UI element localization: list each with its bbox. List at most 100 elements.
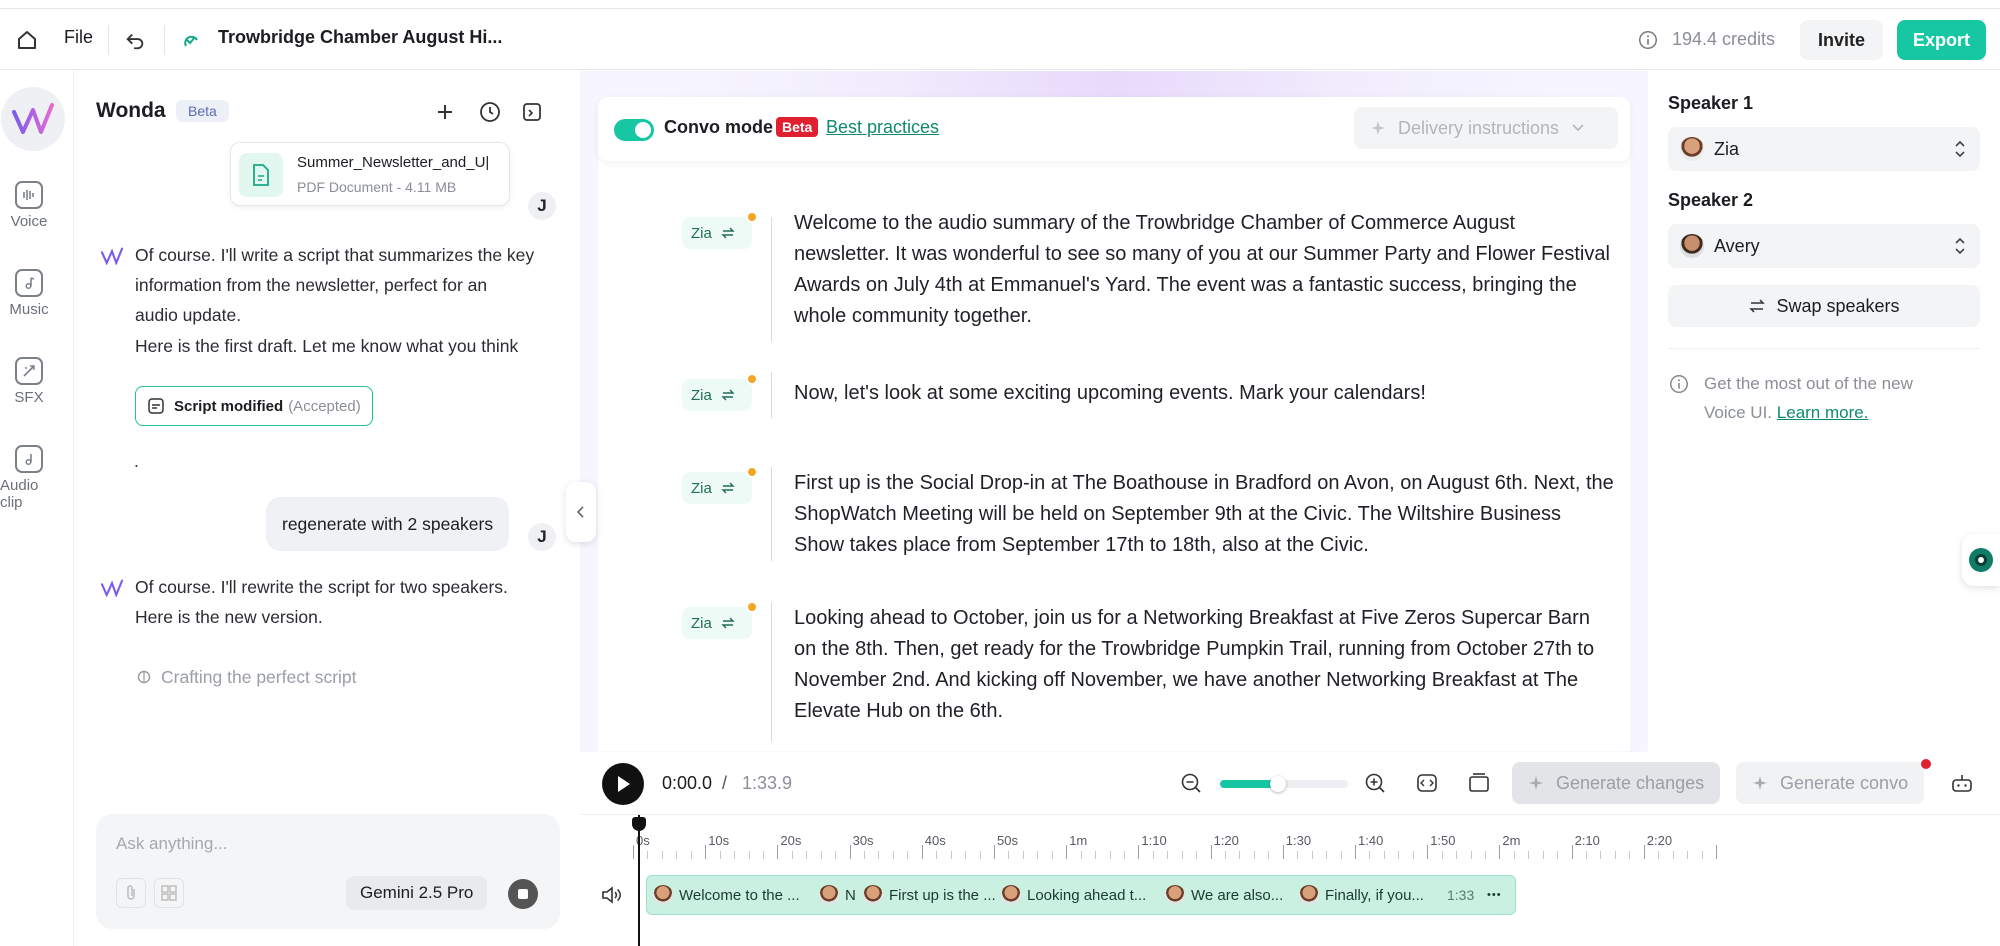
collapse-chat-button[interactable] [566, 482, 596, 542]
clip-label: Looking ahead t... [1027, 886, 1147, 904]
generate-changes-button[interactable]: Generate changes [1512, 762, 1721, 804]
ruler-tick [690, 851, 692, 859]
ruler-tick [1282, 845, 1284, 859]
grid-icon[interactable] [154, 878, 184, 908]
fit-timeline-icon[interactable] [1416, 772, 1438, 794]
ruler-tick [806, 851, 808, 859]
undo-icon[interactable] [122, 27, 148, 53]
rail-music[interactable]: Music [0, 269, 58, 318]
captions-icon[interactable] [1468, 772, 1490, 794]
ruler-tick [1297, 851, 1299, 859]
convo-mode-toggle[interactable] [614, 119, 654, 141]
wonda-logo-icon[interactable] [1, 87, 65, 151]
zoom-slider-thumb[interactable] [1269, 776, 1286, 792]
floating-assistant-widget[interactable] [1962, 534, 2000, 586]
track-clip[interactable]: Looking ahead t... [1001, 876, 1151, 914]
ruler-tick [1225, 851, 1227, 859]
generate-convo-button[interactable]: Generate convo [1736, 762, 1925, 804]
ruler-tick [1095, 851, 1097, 859]
sparkle-icon [1528, 775, 1544, 791]
clip-label: Welcome to the ... [679, 886, 800, 904]
speaker-color-dot [746, 373, 758, 385]
rail-sfx[interactable]: SFX [0, 357, 58, 406]
assistant-message-line: Of course. I'll rewrite the script for t… [135, 577, 508, 597]
speaker1-select[interactable]: Zia [1668, 127, 1980, 171]
new-chat-plus-icon[interactable] [434, 101, 458, 125]
history-clock-icon[interactable] [478, 100, 502, 124]
ruler-tick [849, 845, 851, 859]
track-clip[interactable]: We are also... [1165, 876, 1293, 914]
track-clip[interactable]: First up is the ... [863, 876, 999, 914]
learn-more-link[interactable]: Learn more. [1777, 403, 1869, 422]
ruler-tick [762, 851, 764, 859]
speaker-tag[interactable]: Zia [682, 601, 758, 639]
pdf-file-icon [239, 153, 283, 197]
script-segment[interactable]: Welcome to the audio summary of the Trow… [794, 208, 1614, 332]
convo-toolbar: Convo mode Beta Best practices Delivery … [598, 97, 1630, 161]
speaker-volume-icon[interactable] [600, 885, 624, 905]
speaker-tag[interactable]: Zia [682, 466, 758, 504]
track-clip[interactable]: N [819, 876, 861, 914]
ruler-tick [1600, 851, 1602, 859]
script-icon [147, 397, 165, 415]
play-button[interactable] [602, 763, 644, 805]
expand-panel-icon[interactable] [520, 100, 544, 124]
document-title[interactable]: Trowbridge Chamber August Hi... [218, 27, 502, 48]
chevron-down-icon [1571, 123, 1585, 133]
speaker-tag-name: Zia [691, 614, 712, 632]
invite-button[interactable]: Invite [1800, 20, 1884, 60]
playhead-handle[interactable] [632, 817, 646, 831]
swap-speakers-button[interactable]: Swap speakers [1668, 285, 1980, 327]
ruler-tick [1369, 851, 1371, 859]
export-button[interactable]: Export [1897, 20, 1987, 60]
ruler-tick [1687, 851, 1689, 859]
speaker2-select[interactable]: Avery [1668, 224, 1980, 268]
speaker-color-dot [746, 466, 758, 478]
ruler-tick [1658, 851, 1660, 859]
file-name: Summer_Newsletter_and_U| [297, 154, 490, 171]
home-icon[interactable] [14, 27, 40, 53]
ruler-label: 1:40 [1358, 833, 1384, 848]
speaker-tag[interactable]: Zia [682, 211, 758, 249]
speaker2-label: Speaker 2 [1668, 190, 1754, 210]
track-clip[interactable]: Finally, if you... [1299, 876, 1439, 914]
model-selector[interactable]: Gemini 2.5 Pro [346, 876, 488, 910]
script-segment[interactable]: Looking ahead to October, join us for a … [794, 603, 1614, 727]
rail-audio-clip[interactable]: Audio clip [0, 445, 58, 511]
more-options-icon[interactable]: ••• [1487, 876, 1511, 914]
zoom-out-icon[interactable] [1180, 772, 1202, 794]
chat-input[interactable]: Ask anything... [116, 834, 228, 854]
assistant-avatar-icon [100, 579, 124, 599]
ruler-tick [748, 851, 750, 859]
stop-icon[interactable] [508, 879, 538, 909]
clip-label: First up is the ... [889, 886, 996, 904]
uploaded-file-card[interactable]: Summer_Newsletter_and_U| PDF Document - … [230, 142, 510, 206]
speaker-avatar [1680, 234, 1704, 258]
best-practices-link[interactable]: Best practices [826, 117, 939, 138]
swap-icon [1748, 299, 1766, 313]
ruler-label: 2:20 [1646, 833, 1673, 848]
track-clip[interactable]: Welcome to the ... [653, 876, 813, 914]
zoom-slider[interactable] [1220, 776, 1348, 792]
ruler-label: 30s [852, 833, 874, 848]
timeline-ruler[interactable]: 0s 10s 20s 30s 40s 50s 1m 1:10 1:20 1:30 1:40 1:50 2… [580, 815, 2000, 865]
playhead[interactable] [638, 815, 640, 946]
file-menu[interactable]: File [64, 27, 93, 48]
robot-assistant-icon[interactable] [1950, 772, 1974, 794]
attach-icon[interactable] [116, 878, 146, 908]
ruler-label: 1:50 [1430, 833, 1456, 848]
speaker-avatar [819, 885, 839, 905]
script-segment[interactable]: Now, let's look at some exciting upcomin… [794, 378, 1614, 409]
credits-balance: 194.4 credits [1672, 29, 1776, 49]
rail-voice[interactable]: Voice [0, 181, 58, 230]
speaker-tag[interactable]: Zia [682, 373, 758, 411]
speaker-tag-name: Zia [691, 386, 712, 404]
info-icon[interactable] [1636, 28, 1660, 52]
zoom-in-icon[interactable] [1364, 772, 1386, 794]
script-modified-chip[interactable]: Script modified (Accepted) [135, 386, 373, 426]
script-segment[interactable]: First up is the Social Drop-in at The Bo… [794, 468, 1614, 561]
swap-speaker-icon [720, 616, 736, 630]
generate-changes-label: Generate changes [1556, 772, 1705, 793]
audio-track[interactable]: Welcome to the ... N First up is the ...… [646, 875, 1516, 915]
delivery-instructions-dropdown[interactable]: Delivery instructions [1354, 107, 1618, 149]
